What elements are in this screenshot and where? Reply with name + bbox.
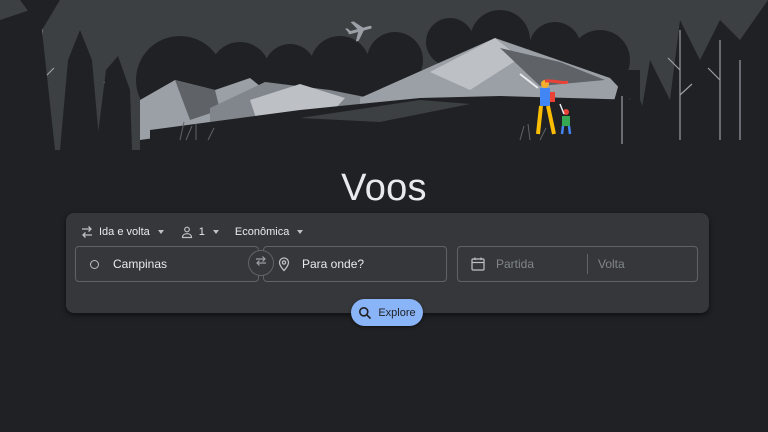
cabin-class-label: Econômica [234, 226, 290, 238]
swap-icon [254, 254, 268, 273]
chevron-down-icon [157, 230, 164, 234]
calendar-icon [470, 256, 486, 272]
search-options: Ida e volta 1 Econômica [80, 222, 319, 242]
flights-page: Voos Ida e volta 1 Econômica Campinas Pa… [0, 0, 768, 432]
page-title: Voos [341, 167, 427, 210]
origin-value: Campinas [113, 257, 168, 271]
return-date-field[interactable]: Volta [588, 247, 625, 281]
location-pin-icon [276, 256, 292, 272]
explore-button[interactable]: Explore [351, 299, 423, 326]
hero-illustration [0, 0, 768, 150]
destination-field[interactable]: Para onde? [263, 246, 447, 282]
trip-type-label: Ida e volta [99, 226, 150, 238]
search-icon [358, 306, 372, 320]
person-icon [180, 225, 194, 239]
origin-field[interactable]: Campinas [75, 246, 259, 282]
swap-button[interactable] [248, 250, 274, 276]
flight-search-card: Ida e volta 1 Econômica Campinas Para on… [66, 213, 709, 313]
passengers-dropdown[interactable]: 1 [180, 225, 219, 239]
departure-date-field[interactable]: Partida [458, 254, 588, 274]
return-placeholder: Volta [598, 257, 625, 271]
destination-placeholder: Para onde? [302, 257, 365, 271]
departure-placeholder: Partida [496, 257, 535, 271]
swap-arrows-icon [80, 225, 94, 239]
chevron-down-icon [297, 230, 304, 234]
passengers-count: 1 [198, 226, 205, 238]
cabin-class-dropdown[interactable]: Econômica [234, 226, 304, 238]
dates-field[interactable]: Partida Volta [457, 246, 698, 282]
circle-icon [90, 259, 99, 269]
trip-type-dropdown[interactable]: Ida e volta [80, 225, 164, 239]
chevron-down-icon [212, 230, 219, 234]
explore-label: Explore [378, 306, 416, 319]
